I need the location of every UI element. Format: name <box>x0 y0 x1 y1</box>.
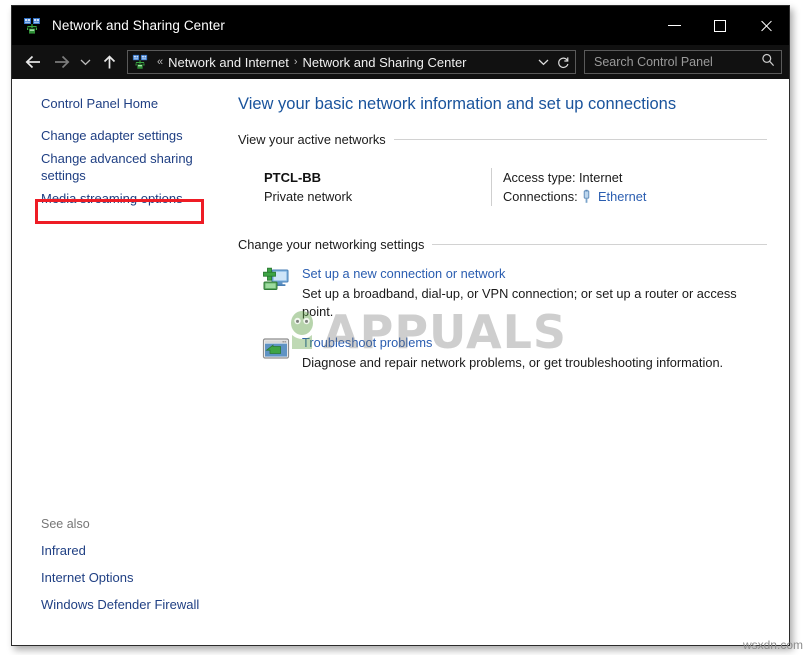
arrow-left-icon <box>25 55 40 69</box>
sidebar-item-windows-defender-firewall[interactable]: Windows Defender Firewall <box>12 591 202 618</box>
breadcrumb-dropdown-button[interactable] <box>533 51 553 73</box>
arrow-right-icon <box>54 55 69 69</box>
connections-label: Connections: <box>503 189 578 204</box>
breadcrumb[interactable]: « Network and Internet › Network and Sha… <box>127 50 576 74</box>
access-type-label: Access type: <box>503 170 576 185</box>
search-input[interactable] <box>592 54 759 70</box>
refresh-button[interactable] <box>553 51 573 73</box>
network-type: Private network <box>264 189 353 204</box>
network-name: PTCL-BB <box>264 170 322 185</box>
sidebar-item-change-adapter-settings[interactable]: Change adapter settings <box>12 124 202 147</box>
address-bar: « Network and Internet › Network and Sha… <box>12 45 789 79</box>
breadcrumb-item-network-and-sharing-center[interactable]: Network and Sharing Center <box>302 55 466 70</box>
chevron-down-icon <box>538 59 548 66</box>
up-button[interactable] <box>95 48 123 76</box>
networking-settings-section: Change your networking settings Set up a… <box>238 237 767 372</box>
breadcrumb-separator: › <box>293 56 298 68</box>
link-troubleshoot-problems[interactable]: Troubleshoot problems <box>302 334 723 352</box>
window-body: Control Panel Home Change adapter settin… <box>12 79 789 645</box>
maximize-icon <box>714 19 726 32</box>
task-description: Diagnose and repair network problems, or… <box>302 355 724 370</box>
task-text: Troubleshoot problems Diagnose and repai… <box>302 333 723 372</box>
breadcrumb-item-network-and-internet[interactable]: Network and Internet <box>168 55 289 70</box>
task-text: Set up a new connection or network Set u… <box>302 264 767 321</box>
see-also-section: See also Infrared Internet Options Windo… <box>12 517 227 618</box>
search-icon[interactable] <box>759 53 777 72</box>
sidebar-item-infrared[interactable]: Infrared <box>12 537 202 564</box>
screenshot-root: Network and Sharing Center « Network and… <box>0 0 807 655</box>
title-bar: Network and Sharing Center <box>12 6 789 45</box>
back-button[interactable] <box>19 48 47 76</box>
active-network-info: PTCL-BB Private network <box>238 168 491 206</box>
troubleshoot-icon <box>260 333 292 365</box>
active-networks-panel: PTCL-BB Private network Access type: Int… <box>238 151 767 219</box>
main-content: View your basic network information and … <box>227 79 789 645</box>
close-button[interactable] <box>743 6 789 45</box>
maximize-button[interactable] <box>697 6 743 45</box>
breadcrumb-overflow[interactable]: « <box>152 56 168 68</box>
refresh-icon <box>557 56 568 68</box>
search-box[interactable] <box>584 50 782 74</box>
connections-row: Connections: Ethernet <box>503 187 767 206</box>
sidebar-item-control-panel-home[interactable]: Control Panel Home <box>12 92 202 115</box>
close-icon <box>759 19 773 33</box>
active-networks-heading-label: View your active networks <box>238 132 386 147</box>
active-network-details: Access type: Internet Connections: Ether… <box>492 168 767 206</box>
recent-locations-button[interactable] <box>75 48 95 76</box>
sidebar-item-internet-options[interactable]: Internet Options <box>12 564 202 591</box>
minimize-button[interactable] <box>651 6 697 45</box>
forward-button[interactable] <box>47 48 75 76</box>
link-set-up-a-new-connection-or-network[interactable]: Set up a new connection or network <box>302 265 767 283</box>
sidebar: Control Panel Home Change adapter settin… <box>12 79 227 645</box>
window-title: Network and Sharing Center <box>52 18 225 33</box>
chevron-down-icon <box>80 59 90 66</box>
network-sharing-icon <box>23 17 41 35</box>
breadcrumb-network-icon <box>132 54 148 70</box>
corner-watermark: wsxdn.com <box>742 638 803 652</box>
page-title: View your basic network information and … <box>238 95 677 113</box>
active-networks-heading: View your active networks <box>238 132 767 147</box>
networking-settings-heading-label: Change your networking settings <box>238 237 425 252</box>
arrow-up-icon <box>103 54 115 68</box>
ethernet-icon <box>579 189 594 204</box>
task-set-up-new-connection[interactable]: Set up a new connection or network Set u… <box>238 264 767 321</box>
new-connection-icon <box>260 264 292 296</box>
access-type-row: Access type: Internet <box>503 168 767 187</box>
task-description: Set up a broadband, dial-up, or VPN conn… <box>302 286 737 319</box>
minimize-icon <box>667 25 681 26</box>
see-also-title: See also <box>41 517 90 531</box>
networking-settings-heading: Change your networking settings <box>238 237 767 252</box>
heading-rule <box>393 139 767 140</box>
connection-link-ethernet[interactable]: Ethernet <box>598 187 646 206</box>
task-troubleshoot-problems[interactable]: Troubleshoot problems Diagnose and repai… <box>238 333 767 372</box>
access-type-value: Internet <box>579 170 623 185</box>
sidebar-item-media-streaming-options[interactable]: Media streaming options <box>12 187 202 210</box>
network-sharing-center-window: Network and Sharing Center « Network and… <box>11 5 790 646</box>
window-controls <box>651 6 789 45</box>
heading-rule <box>432 244 767 245</box>
sidebar-item-change-advanced-sharing-settings[interactable]: Change advanced sharing settings <box>12 147 202 187</box>
